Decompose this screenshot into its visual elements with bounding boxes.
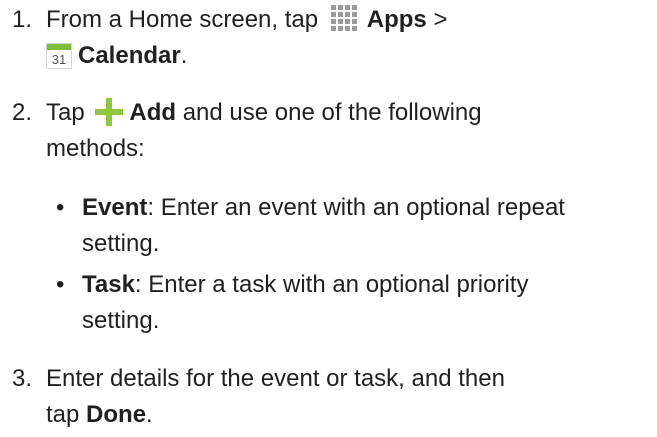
step-3-line-1: Enter details for the event or task, and… xyxy=(46,365,505,392)
step-2-continuation: and use one of the following xyxy=(182,99,482,126)
step-1-line-1: From a Home screen, tap Apps > xyxy=(46,2,651,38)
step-3-text: Enter details for the event or task, and… xyxy=(46,361,651,433)
step-number: 3. xyxy=(12,365,33,392)
calendar-icon: 31 xyxy=(46,42,72,69)
apps-label: Apps xyxy=(366,6,427,33)
bullet-dot: • xyxy=(56,271,65,298)
step-1-intro: From a Home screen, tap xyxy=(46,6,319,33)
done-label: Done xyxy=(86,401,147,428)
step-1-text: From a Home screen, tap Apps > 31 Calend… xyxy=(46,2,651,74)
bullet-event-line-2: setting. xyxy=(82,230,160,257)
step-3-end: . xyxy=(146,401,153,428)
menu-separator: > xyxy=(433,6,448,33)
bullet-dot: • xyxy=(56,194,65,221)
task-term: Task xyxy=(82,271,135,298)
step-3-tap: tap xyxy=(46,401,80,428)
calendar-label: Calendar xyxy=(78,42,181,69)
step-2-text: Tap Add and use one of the following met… xyxy=(46,95,651,167)
event-term: Event xyxy=(82,194,148,221)
step-number: 2. xyxy=(12,99,33,126)
apps-grid-icon xyxy=(330,4,359,33)
bullet-task-line-1: Task: Enter a task with an optional prio… xyxy=(82,267,651,303)
event-description: : Enter an event with an optional repeat xyxy=(147,194,565,221)
add-label: Add xyxy=(129,99,177,126)
bullet-task-text: Task: Enter a task with an optional prio… xyxy=(82,267,651,339)
instruction-document: 1. From a Home screen, tap Apps > 31 Cal… xyxy=(0,0,657,437)
step-3: 3. Enter details for the event or task, … xyxy=(0,361,657,437)
step-2-line-1: Tap Add and use one of the following xyxy=(46,95,651,131)
step-1-line-2: 31 Calendar. xyxy=(46,38,651,74)
step-1: 1. From a Home screen, tap Apps > 31 Cal… xyxy=(0,2,657,78)
step-number: 1. xyxy=(12,6,33,33)
bullet-event-line-1: Event: Enter an event with an optional r… xyxy=(82,190,651,226)
step-2: 2. Tap Add and use one of the following … xyxy=(0,95,657,171)
step-2-line-2: methods: xyxy=(46,135,145,162)
bullet-task: • Task: Enter a task with an optional pr… xyxy=(46,267,651,343)
task-description: : Enter a task with an optional priority xyxy=(134,271,529,298)
step-3-line-2: tap Done. xyxy=(46,397,651,433)
bullet-event: • Event: Enter an event with an optional… xyxy=(46,190,651,266)
add-plus-icon xyxy=(95,97,124,126)
bullet-event-text: Event: Enter an event with an optional r… xyxy=(82,190,651,262)
bullet-task-line-2: setting. xyxy=(82,307,160,334)
step-2-intro: Tap xyxy=(46,99,85,126)
step-1-end: . xyxy=(180,42,188,69)
calendar-icon-day: 31 xyxy=(51,51,67,67)
